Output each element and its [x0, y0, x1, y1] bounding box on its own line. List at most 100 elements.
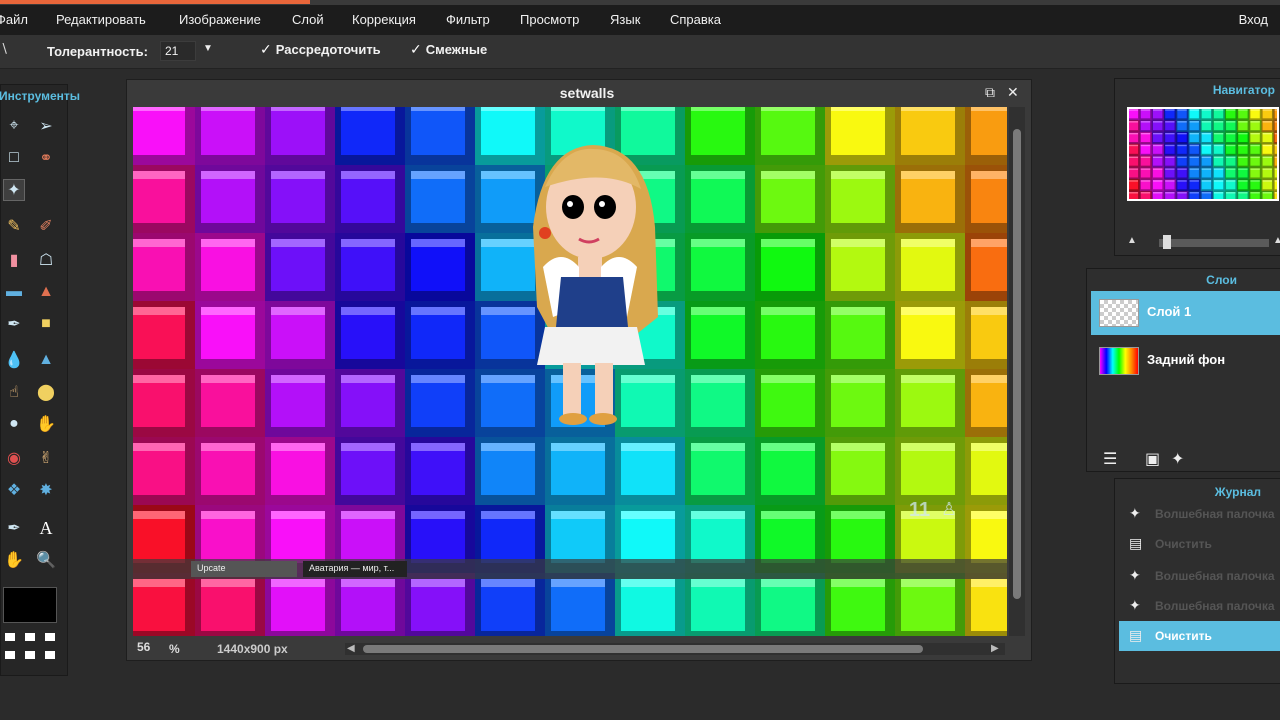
history-item[interactable]: ✦ Волшебная палочка [1119, 499, 1280, 529]
cube-highlight [1140, 192, 1151, 194]
cube-highlight [1226, 132, 1236, 135]
zoom-track[interactable] [1159, 239, 1269, 247]
zoom-in-icon[interactable]: ▲ [1273, 235, 1280, 246]
checkmark-icon: ✓ [410, 41, 422, 57]
tolerance-input[interactable]: 21 [160, 41, 196, 61]
bucket-icon[interactable]: ☖ [35, 249, 57, 271]
horizontal-scroll-thumb[interactable] [363, 645, 923, 653]
smudge-icon[interactable]: ☝ [3, 381, 25, 403]
cube-highlight [1177, 192, 1187, 194]
cube-highlight [1129, 121, 1139, 123]
restore-window-icon[interactable]: ⧉ [985, 84, 995, 101]
cube-highlight [1226, 144, 1236, 147]
cube-highlight [1250, 156, 1260, 158]
cube-highlight [1153, 144, 1163, 147]
menu-bar: Файл Редактировать Изображение Слой Корр… [0, 5, 1280, 35]
burn-icon[interactable]: ✋ [35, 413, 57, 435]
gradient-icon[interactable]: ▬ [3, 281, 25, 303]
spot-heal-icon[interactable]: ✌ [35, 447, 57, 469]
login-link[interactable]: Вход [1239, 12, 1268, 27]
menu-edit[interactable]: Редактировать [56, 12, 146, 27]
clone-stamp-icon[interactable]: ▲ [35, 281, 57, 303]
menu-image[interactable]: Изображение [179, 12, 261, 27]
contiguous-checkbox[interactable]: ✓ Смежные [410, 41, 487, 58]
image-canvas[interactable]: 11 ♙ Upcate Аватария — мир, т... [133, 107, 1007, 636]
cube-highlight [1201, 180, 1212, 182]
embedded-taskbar: Upcate Аватария — мир, т... [133, 559, 1007, 579]
antialias-checkbox[interactable]: ✓ Рассредоточить [260, 41, 381, 58]
pinch-icon[interactable]: ✸ [35, 479, 57, 501]
cube-highlight [1262, 132, 1272, 135]
cube-highlight [1226, 180, 1236, 182]
dodge-icon[interactable]: ● [3, 413, 25, 435]
history-item[interactable]: ▤ Очистить [1119, 529, 1280, 559]
document-status-bar: 56 % 1440x900 px ◀ ▶ [127, 638, 1033, 662]
zoom-out-icon[interactable]: ▲ [1127, 235, 1137, 246]
lasso-icon[interactable]: ⚭ [35, 147, 57, 169]
menu-filter[interactable]: Фильтр [446, 12, 490, 27]
history-item[interactable]: ✦ Волшебная палочка [1119, 591, 1280, 621]
marquee-icon[interactable]: □ [3, 147, 25, 169]
history-item[interactable]: ✦ Волшебная палочка [1119, 561, 1280, 591]
color-picker-icon[interactable]: ✒ [3, 517, 25, 539]
new-layer-icon[interactable]: ✦ [1171, 449, 1184, 469]
red-eye-icon[interactable]: ◉ [3, 447, 25, 469]
layer-thumbnail-transparent [1099, 299, 1139, 327]
eraser-icon[interactable]: ▮ [3, 249, 25, 271]
menu-layer[interactable]: Слой [292, 12, 324, 27]
history-item[interactable]: ▤ Очистить [1119, 621, 1280, 651]
drawing-icon[interactable]: ■ [35, 313, 57, 335]
layer-row[interactable]: Задний фон [1091, 339, 1280, 383]
menu-file[interactable]: Файл [0, 12, 28, 27]
cube-highlight [1129, 109, 1139, 111]
cube-highlight [1262, 144, 1272, 147]
crop-icon[interactable]: ⌖ [3, 115, 25, 137]
layer-settings-icon[interactable]: ☰ [1103, 449, 1117, 469]
close-icon[interactable]: ✕ [1007, 84, 1019, 101]
vertical-scroll-thumb[interactable] [1013, 129, 1021, 599]
cube-highlight [1129, 132, 1139, 135]
magic-wand-icon[interactable]: ✦ [3, 179, 25, 201]
hand-icon[interactable]: ✋ [3, 549, 25, 571]
sharpen-icon[interactable]: ▲ [35, 349, 57, 371]
cube-highlight [1213, 180, 1224, 182]
brush-icon[interactable]: ✐ [35, 215, 57, 237]
cube-highlight [1165, 121, 1175, 123]
zoom-value[interactable]: 56 [137, 640, 150, 654]
cube-highlight [1213, 121, 1224, 123]
menu-help[interactable]: Справка [670, 12, 721, 27]
horizontal-scrollbar[interactable]: ◀ ▶ [345, 643, 1005, 655]
grid-icon[interactable] [3, 633, 59, 663]
bloat-icon[interactable]: ❖ [3, 479, 25, 501]
zoom-icon[interactable]: 🔍 [35, 549, 57, 571]
cube-highlight [1140, 144, 1151, 147]
cube-highlight [1226, 192, 1236, 194]
cube-highlight [1129, 144, 1139, 147]
cube-highlight [1165, 109, 1175, 111]
scroll-left-icon[interactable]: ◀ [347, 643, 355, 654]
vertical-scrollbar[interactable] [1009, 107, 1025, 636]
layer-row[interactable]: Слой 1 [1091, 291, 1280, 335]
scroll-right-icon[interactable]: ▶ [991, 643, 999, 654]
color-replace-icon[interactable]: ✒ [3, 313, 25, 335]
foreground-color-swatch[interactable] [3, 587, 57, 623]
menu-adjustments[interactable]: Коррекция [352, 12, 416, 27]
zoom-knob[interactable] [1163, 235, 1171, 249]
menu-language[interactable]: Язык [610, 12, 640, 27]
pencil-icon[interactable]: ✎ [3, 215, 25, 237]
blur-icon[interactable]: 💧 [3, 349, 25, 371]
cube-highlight [1153, 132, 1163, 135]
cube-highlight [1153, 180, 1163, 182]
cube-highlight [1140, 121, 1151, 123]
move-icon[interactable]: ➢ [35, 115, 57, 137]
cube-highlight [1201, 132, 1212, 135]
sponge-icon[interactable]: ⬤ [35, 381, 57, 403]
layer-mask-icon[interactable]: ▣ [1145, 449, 1160, 469]
cube-highlight [1238, 180, 1248, 182]
menu-view[interactable]: Просмотр [520, 12, 579, 27]
chevron-down-icon[interactable]: ▼ [203, 43, 213, 54]
navigator-zoom-slider[interactable]: ▲ ▲ [1127, 235, 1280, 249]
type-icon[interactable]: A [35, 517, 57, 539]
cube-highlight [1140, 109, 1151, 111]
navigator-thumbnail[interactable] [1127, 107, 1279, 201]
